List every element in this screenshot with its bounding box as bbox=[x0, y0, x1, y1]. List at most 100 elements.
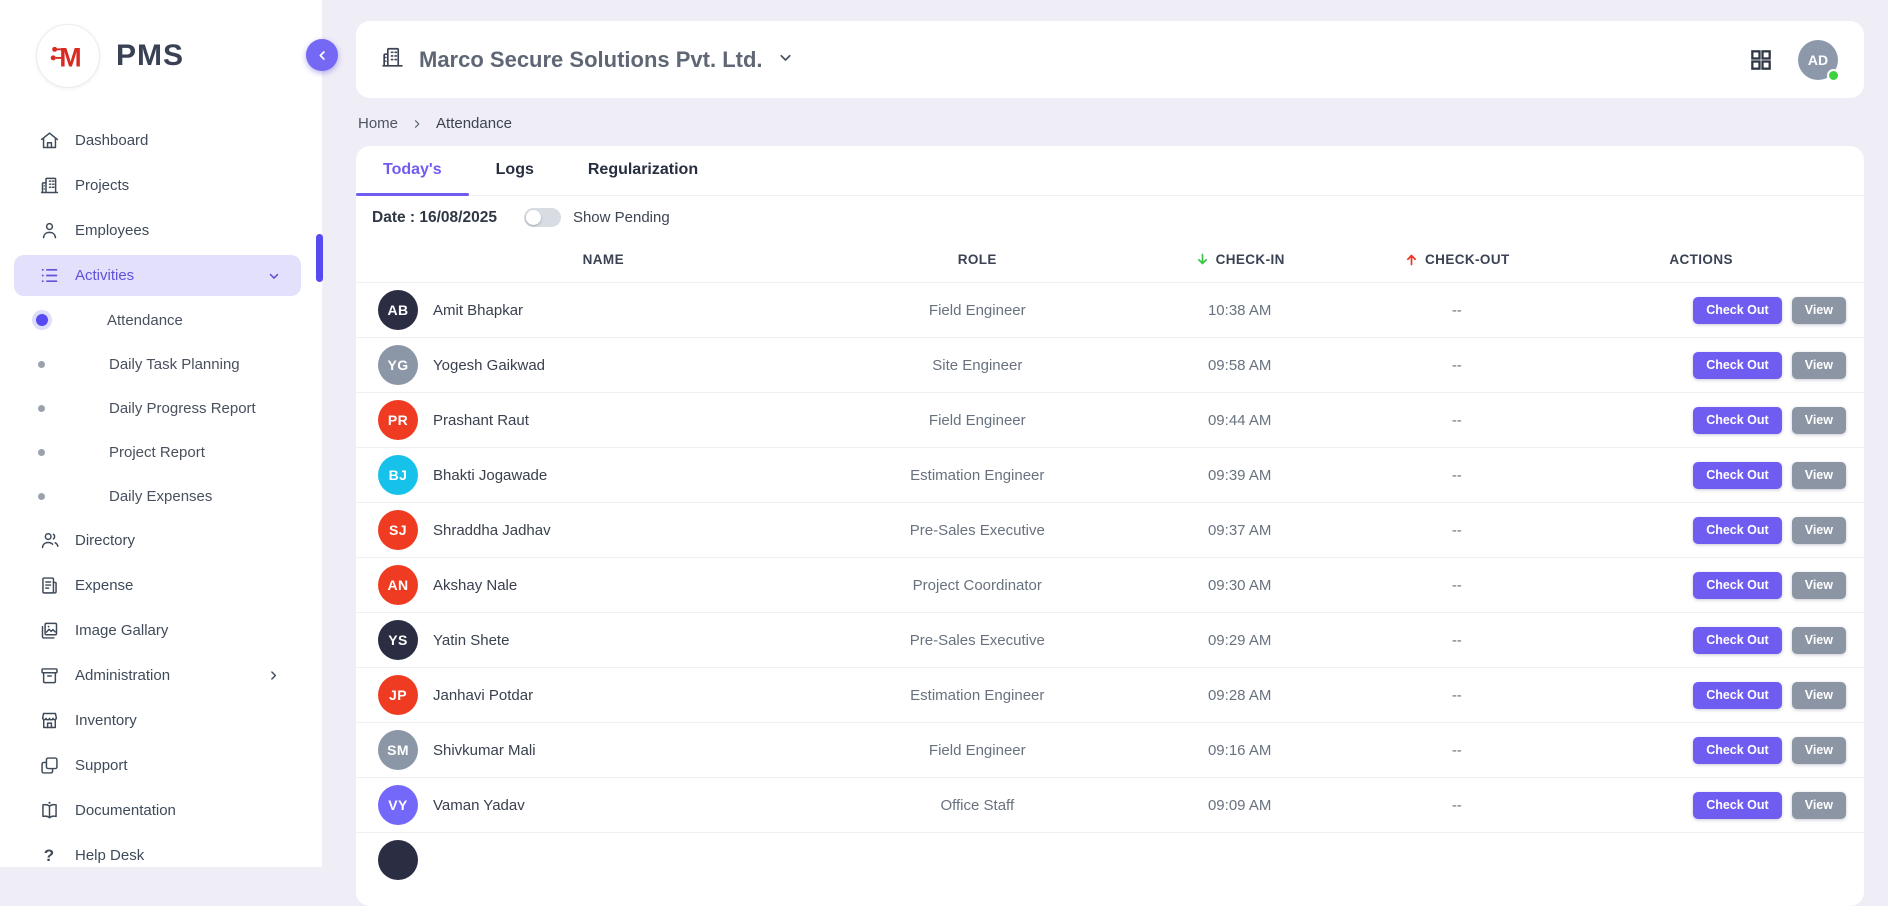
user-avatar[interactable]: AD bbox=[1798, 40, 1838, 80]
actions-cell: Check Out View bbox=[1538, 517, 1864, 544]
sidebar-item-employees[interactable]: Employees bbox=[0, 208, 322, 253]
check-out-button[interactable]: Check Out bbox=[1693, 682, 1782, 709]
archive-box-icon bbox=[38, 665, 60, 687]
table-row: SJShraddha JadhavPre-Sales Executive09:3… bbox=[356, 502, 1864, 557]
actions-cell: Check Out View bbox=[1538, 682, 1864, 709]
check-out-time: -- bbox=[1375, 577, 1538, 594]
sidebar-subitem-attendance[interactable]: Attendance bbox=[0, 298, 322, 342]
table-row: PRPrashant RautField Engineer09:44 AM--C… bbox=[356, 392, 1864, 447]
sidebar-item-administration[interactable]: Administration bbox=[0, 653, 322, 698]
table-row: BJBhakti JogawadeEstimation Engineer09:3… bbox=[356, 447, 1864, 502]
book-icon bbox=[38, 800, 60, 822]
view-button[interactable]: View bbox=[1792, 407, 1846, 434]
check-out-button[interactable]: Check Out bbox=[1693, 297, 1782, 324]
actions-cell: Check Out View bbox=[1538, 792, 1864, 819]
sidebar-nav: Dashboard Projects Employees Activities bbox=[0, 118, 322, 878]
company-selector[interactable]: Marco Secure Solutions Pvt. Ltd. bbox=[380, 45, 794, 75]
dot-icon bbox=[38, 405, 45, 412]
arrow-up-icon bbox=[1404, 252, 1419, 267]
actions-cell: Check Out View bbox=[1538, 297, 1864, 324]
sidebar-item-label: Projects bbox=[75, 177, 129, 194]
check-out-button[interactable]: Check Out bbox=[1693, 352, 1782, 379]
breadcrumb-current: Attendance bbox=[436, 115, 512, 132]
column-header-check-in[interactable]: CHECK-IN bbox=[1104, 252, 1375, 267]
check-out-time: -- bbox=[1375, 357, 1538, 374]
check-out-button[interactable]: Check Out bbox=[1693, 407, 1782, 434]
person-icon bbox=[38, 220, 60, 242]
view-button[interactable]: View bbox=[1792, 627, 1846, 654]
view-button[interactable]: View bbox=[1792, 572, 1846, 599]
check-out-time: -- bbox=[1375, 302, 1538, 319]
check-in-time: 09:30 AM bbox=[1104, 577, 1375, 594]
table-row bbox=[356, 832, 1864, 887]
chevron-right-icon bbox=[411, 118, 423, 130]
sidebar-subitem-label: Daily Task Planning bbox=[109, 356, 240, 373]
check-out-button[interactable]: Check Out bbox=[1693, 627, 1782, 654]
view-button[interactable]: View bbox=[1792, 352, 1846, 379]
sidebar-item-image-gallary[interactable]: Image Gallary bbox=[0, 608, 322, 653]
chevron-right-icon bbox=[267, 669, 280, 682]
sidebar-subitem-daily-task-planning[interactable]: Daily Task Planning bbox=[0, 342, 322, 386]
apps-grid-icon[interactable] bbox=[1748, 47, 1774, 73]
sidebar-item-directory[interactable]: Directory bbox=[0, 518, 322, 563]
view-button[interactable]: View bbox=[1792, 462, 1846, 489]
sidebar-item-inventory[interactable]: Inventory bbox=[0, 698, 322, 743]
table-row: JPJanhavi PotdarEstimation Engineer09:28… bbox=[356, 667, 1864, 722]
check-out-button[interactable]: Check Out bbox=[1693, 572, 1782, 599]
sidebar-item-documentation[interactable]: Documentation bbox=[0, 788, 322, 833]
sidebar-item-support[interactable]: Support bbox=[0, 743, 322, 788]
sidebar-item-label: Image Gallary bbox=[75, 622, 168, 639]
breadcrumb-home[interactable]: Home bbox=[358, 115, 398, 132]
top-header-card: Marco Secure Solutions Pvt. Ltd. AD bbox=[356, 21, 1864, 98]
sidebar-item-activities[interactable]: Activities bbox=[14, 255, 301, 296]
company-name: Marco Secure Solutions Pvt. Ltd. bbox=[419, 47, 763, 73]
view-button[interactable]: View bbox=[1792, 792, 1846, 819]
list-icon bbox=[38, 265, 60, 287]
arrow-down-icon bbox=[1195, 252, 1210, 267]
view-button[interactable]: View bbox=[1792, 737, 1846, 764]
column-header-name: NAME bbox=[356, 252, 851, 267]
online-status-dot bbox=[1827, 69, 1840, 82]
sidebar-subitem-project-report[interactable]: Project Report bbox=[0, 430, 322, 474]
show-pending-toggle[interactable] bbox=[524, 208, 561, 227]
view-button[interactable]: View bbox=[1792, 517, 1846, 544]
sidebar-item-projects[interactable]: Projects bbox=[0, 163, 322, 208]
tab-regularization[interactable]: Regularization bbox=[561, 146, 725, 195]
sidebar-subitem-daily-progress-report[interactable]: Daily Progress Report bbox=[0, 386, 322, 430]
avatar: AB bbox=[378, 290, 418, 330]
check-out-time: -- bbox=[1375, 687, 1538, 704]
sidebar-item-label: Documentation bbox=[75, 802, 176, 819]
check-in-time: 09:37 AM bbox=[1104, 522, 1375, 539]
sidebar-collapse-button[interactable] bbox=[306, 39, 338, 71]
view-button[interactable]: View bbox=[1792, 297, 1846, 324]
table-row: SMShivkumar MaliField Engineer09:16 AM--… bbox=[356, 722, 1864, 777]
dot-icon bbox=[38, 493, 45, 500]
check-out-button[interactable]: Check Out bbox=[1693, 737, 1782, 764]
sidebar-item-help-desk[interactable]: ? Help Desk bbox=[0, 833, 322, 878]
employee-role: Site Engineer bbox=[851, 357, 1104, 374]
check-out-button[interactable]: Check Out bbox=[1693, 462, 1782, 489]
check-in-time: 09:58 AM bbox=[1104, 357, 1375, 374]
squares-icon bbox=[38, 755, 60, 777]
table-body: ABAmit BhapkarField Engineer10:38 AM--Ch… bbox=[356, 282, 1864, 887]
storefront-icon bbox=[38, 710, 60, 732]
column-header-check-out[interactable]: CHECK-OUT bbox=[1375, 252, 1538, 267]
filter-row: Date : 16/08/2025 Show Pending bbox=[356, 196, 1864, 237]
tab-logs[interactable]: Logs bbox=[469, 146, 561, 195]
view-button[interactable]: View bbox=[1792, 682, 1846, 709]
check-out-button[interactable]: Check Out bbox=[1693, 792, 1782, 819]
employee-name: Shivkumar Mali bbox=[433, 742, 536, 759]
check-out-time: -- bbox=[1375, 742, 1538, 759]
sidebar: M PMS Dashboard Projects Employees bbox=[0, 0, 322, 867]
sidebar-item-dashboard[interactable]: Dashboard bbox=[0, 118, 322, 163]
chevron-down-icon bbox=[267, 269, 281, 283]
tab-todays[interactable]: Today's bbox=[356, 146, 469, 195]
image-icon bbox=[38, 620, 60, 642]
sidebar-subitem-label: Project Report bbox=[109, 444, 205, 461]
user-initials: AD bbox=[1808, 52, 1828, 68]
check-out-time: -- bbox=[1375, 797, 1538, 814]
sidebar-subitem-daily-expenses[interactable]: Daily Expenses bbox=[0, 474, 322, 518]
employee-role: Field Engineer bbox=[851, 742, 1104, 759]
check-out-button[interactable]: Check Out bbox=[1693, 517, 1782, 544]
sidebar-item-expense[interactable]: Expense bbox=[0, 563, 322, 608]
